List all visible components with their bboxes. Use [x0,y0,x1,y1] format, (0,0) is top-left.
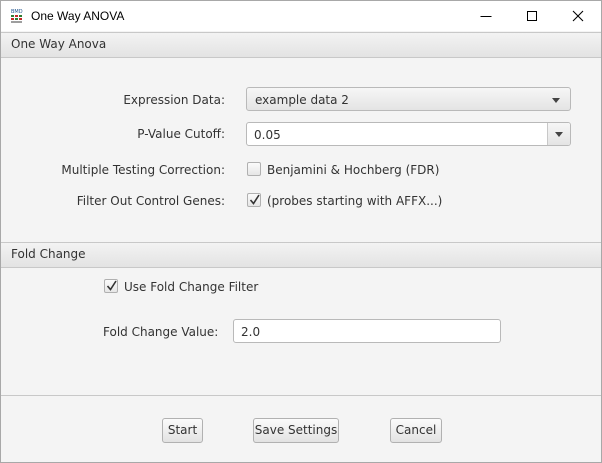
pvalue-cutoff-combo[interactable]: 0.05 [246,122,571,146]
fold-change-value-input[interactable]: 2.0 [233,319,501,343]
section-header-fold-change[interactable]: Fold Change [1,242,601,268]
maximize-button[interactable] [509,1,555,31]
multiple-testing-label: Multiple Testing Correction: [61,163,225,177]
checkmark-icon [249,194,260,205]
expression-data-select[interactable]: example data 2 [246,87,571,111]
chevron-down-icon [555,132,563,137]
start-button[interactable]: Start [162,418,203,443]
title-bar[interactable]: BMD One Way ANOVA [1,1,601,31]
anova-settings-panel: Expression Data: example data 2 P-Value … [1,58,601,241]
fold-change-panel: Use Fold Change Filter Fold Change Value… [1,268,601,396]
close-button[interactable] [555,1,601,31]
multiple-testing-checkbox[interactable] [247,162,261,176]
filter-control-label: Filter Out Control Genes: [76,194,225,208]
pvalue-cutoff-label: P-Value Cutoff: [137,127,225,141]
pvalue-dropdown-button[interactable] [547,123,570,145]
minimize-button[interactable] [463,1,509,31]
app-icon: BMD [11,8,27,24]
checkmark-icon [106,280,117,291]
close-icon [572,10,584,22]
section-title: Fold Change [11,247,86,261]
section-header-one-way-anova[interactable]: One Way Anova [1,32,601,58]
filter-control-option: (probes starting with AFFX...) [267,194,443,208]
expression-data-value: example data 2 [255,93,349,107]
window-title: One Way ANOVA [31,9,125,23]
use-fold-change-checkbox[interactable] [104,279,118,293]
pvalue-cutoff-value: 0.05 [254,128,281,142]
maximize-icon [527,11,537,21]
dialog-window: BMD One Way ANOVA One Way Anova Expressi… [0,0,602,463]
expression-data-label: Expression Data: [123,93,225,107]
cancel-button[interactable]: Cancel [390,418,442,443]
fold-change-value: 2.0 [241,325,261,339]
chevron-down-icon [552,98,560,103]
multiple-testing-option: Benjamini & Hochberg (FDR) [267,163,440,177]
section-title: One Way Anova [11,37,107,51]
use-fold-change-label: Use Fold Change Filter [124,280,259,294]
fold-change-value-label: Fold Change Value: [103,325,219,339]
save-settings-button[interactable]: Save Settings [253,418,339,443]
minimize-icon [480,16,492,17]
filter-control-checkbox[interactable] [247,193,261,207]
svg-text:BMD: BMD [11,9,23,15]
